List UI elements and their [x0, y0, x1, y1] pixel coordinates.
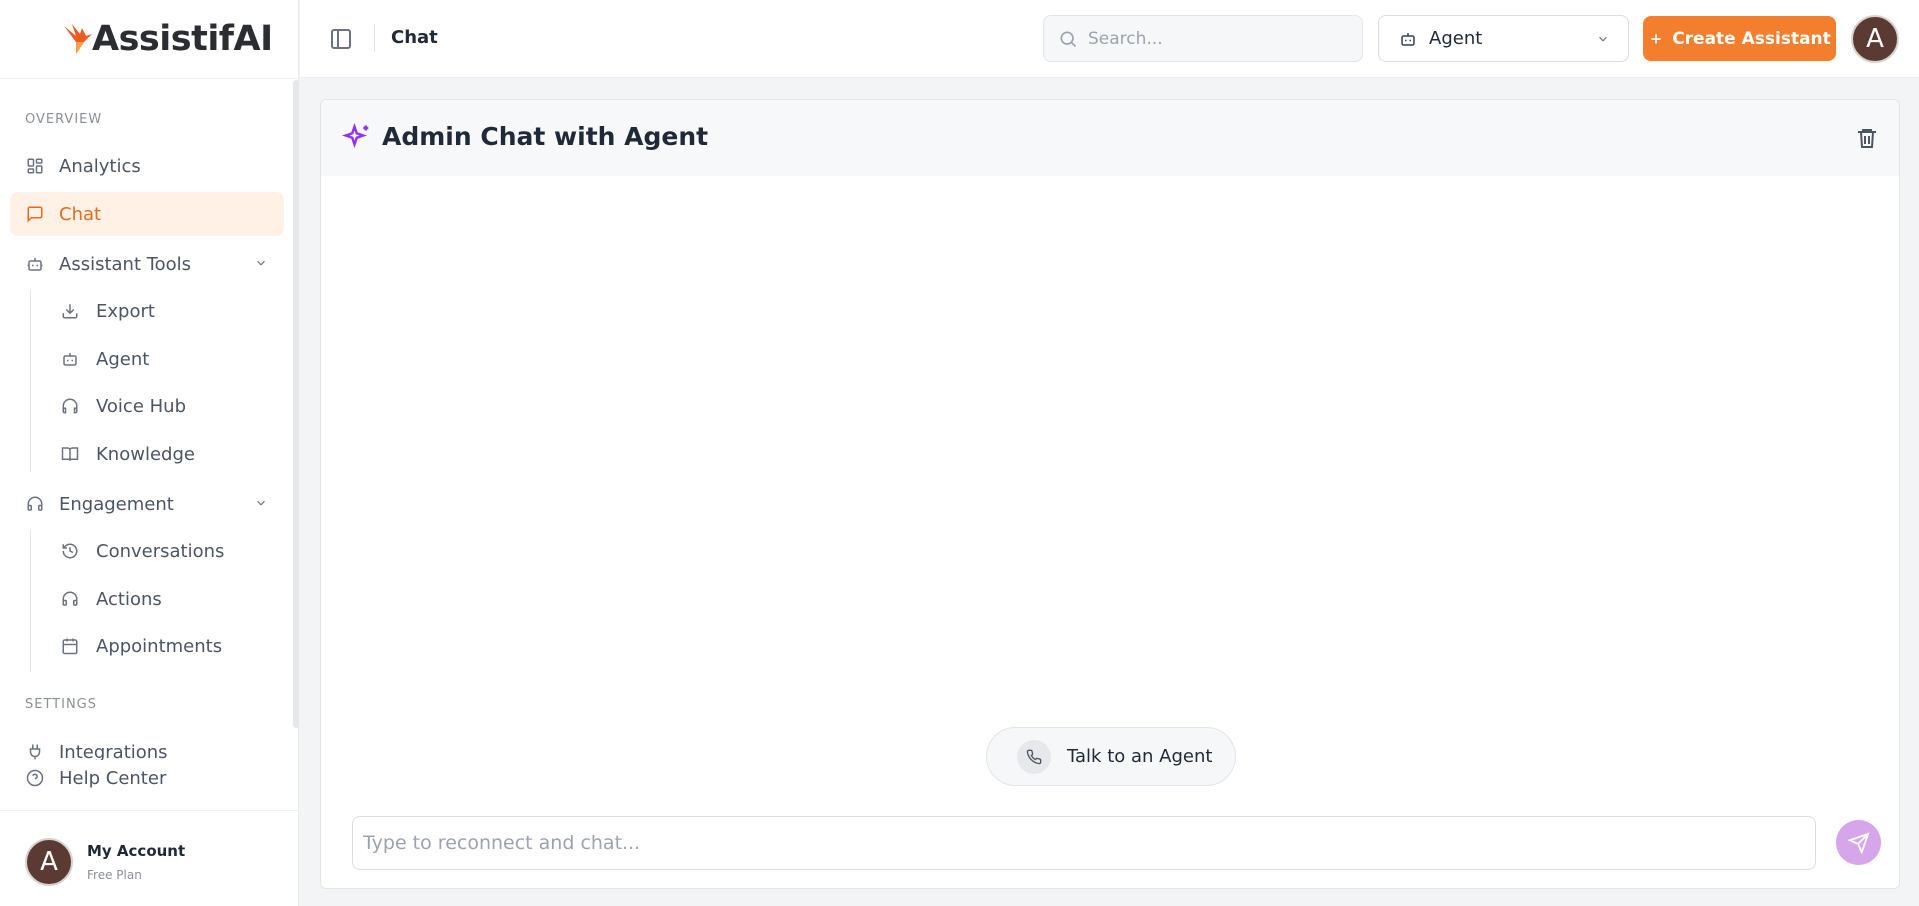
sidebar-item-assistant-tools[interactable]: Assistant Tools: [10, 242, 284, 286]
agent-select-value: Agent: [1429, 28, 1483, 49]
talk-to-agent-label: Talk to an Agent: [1067, 746, 1213, 767]
search-icon: [1060, 31, 1077, 47]
section-label-overview: OVERVIEW: [25, 112, 103, 127]
bot-icon: [1401, 32, 1415, 46]
sidebar-item-label: Voice Hub: [96, 395, 186, 417]
grid-icon: [25, 156, 45, 176]
headphones-icon: [60, 396, 80, 416]
sidebar-item-label: Actions: [96, 588, 162, 610]
send-button[interactable]: [1836, 820, 1881, 865]
sidebar-item-label: Knowledge: [96, 443, 195, 465]
sidebar: AssistifAI OVERVIEW Analytics Chat Assis…: [0, 0, 299, 906]
divider: [0, 78, 299, 79]
chevron-down-icon: [1599, 36, 1607, 42]
sidebar-item-export[interactable]: Export: [50, 291, 155, 331]
bot-icon: [60, 349, 80, 369]
sidebar-item-label: Analytics: [59, 155, 141, 177]
create-assistant-label: Create Assistant: [1672, 28, 1831, 49]
sparkles-icon: [342, 123, 369, 149]
search-box[interactable]: [1043, 15, 1363, 62]
send-icon: [1847, 831, 1870, 854]
sidebar-item-actions[interactable]: Actions: [50, 579, 162, 619]
sidebar-item-label: Conversations: [96, 540, 225, 562]
account-plan: Free Plan: [87, 868, 142, 882]
search-input[interactable]: [1088, 28, 1348, 49]
chat-title: Admin Chat with Agent: [382, 122, 709, 151]
bot-icon: [25, 254, 45, 274]
bird-logo-icon: [64, 24, 92, 54]
history-icon: [60, 541, 80, 561]
help-circle-icon: [25, 768, 45, 788]
sidebar-item-label: Chat: [59, 203, 102, 225]
create-assistant-button[interactable]: Create Assistant: [1643, 16, 1836, 61]
avatar: A: [25, 838, 73, 886]
message-square-icon: [25, 204, 45, 224]
sidebar-item-chat[interactable]: Chat: [10, 192, 284, 236]
chat-input-box[interactable]: [352, 816, 1816, 870]
talk-to-agent-button[interactable]: Talk to an Agent: [986, 727, 1236, 786]
headset-icon: [60, 589, 80, 609]
sidebar-item-engagement[interactable]: Engagement: [10, 482, 284, 526]
sidebar-item-label: Assistant Tools: [59, 253, 192, 275]
trash-icon[interactable]: [1855, 125, 1879, 151]
calendar-icon: [60, 636, 80, 656]
chevron-down-icon: [257, 260, 265, 266]
tree-guide: [30, 290, 31, 472]
sidebar-item-agent[interactable]: Agent: [50, 339, 149, 379]
sidebar-item-voice-hub[interactable]: Voice Hub: [50, 386, 186, 426]
sidebar-item-analytics[interactable]: Analytics: [10, 144, 284, 188]
sidebar-scrollbar[interactable]: [293, 80, 299, 728]
chat-input[interactable]: [363, 832, 1815, 854]
brand-logo[interactable]: AssistifAI: [62, 19, 273, 59]
breadcrumb: Chat: [391, 27, 438, 48]
sidebar-item-label: Engagement: [59, 493, 174, 515]
headset-icon: [25, 494, 45, 514]
sidebar-item-appointments[interactable]: Appointments: [50, 626, 222, 666]
section-label-settings: SETTINGS: [25, 697, 98, 712]
chevron-down-icon: [257, 500, 265, 506]
account-name: My Account: [87, 842, 186, 860]
sidebar-toggle-button[interactable]: [328, 26, 354, 52]
user-avatar[interactable]: A: [1851, 15, 1899, 63]
agent-select[interactable]: Agent: [1378, 15, 1629, 62]
sidebar-item-label: Appointments: [96, 635, 223, 657]
sidebar-item-knowledge[interactable]: Knowledge: [50, 434, 195, 474]
phone-icon: [1017, 739, 1051, 774]
sidebar-panel-icon: [331, 29, 351, 49]
sidebar-item-help-center[interactable]: Help Center: [10, 756, 284, 800]
sidebar-item-label: Export: [96, 300, 155, 322]
plus-icon: [1648, 31, 1664, 47]
download-icon: [60, 301, 80, 321]
book-open-icon: [60, 444, 80, 464]
account-menu[interactable]: A My Account Free Plan: [25, 838, 185, 886]
divider: [0, 810, 299, 811]
tree-guide: [30, 530, 31, 672]
sidebar-item-label: Agent: [96, 348, 150, 370]
divider: [374, 24, 375, 52]
sidebar-item-label: Help Center: [59, 767, 167, 789]
sidebar-item-conversations[interactable]: Conversations: [50, 531, 224, 571]
brand-name: AssistifAI: [92, 19, 273, 59]
chat-panel: Admin Chat with Agent Talk to an Agent: [320, 99, 1900, 889]
